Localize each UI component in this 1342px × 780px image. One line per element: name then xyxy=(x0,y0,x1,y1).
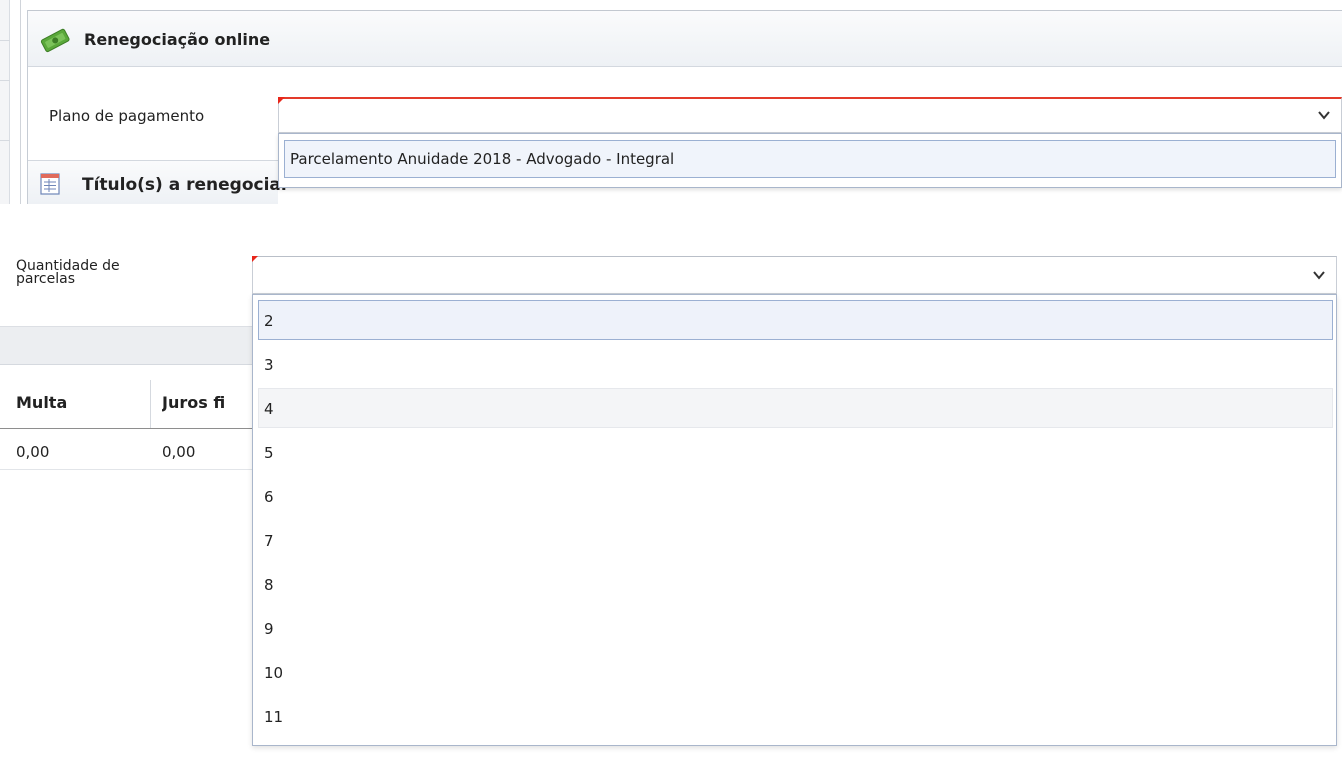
dropdown-option[interactable]: 6 xyxy=(258,476,1333,516)
table-row-border xyxy=(0,469,252,470)
label-line: parcelas xyxy=(16,271,75,287)
dropdown-option[interactable]: 5 xyxy=(258,432,1333,472)
dropdown-option[interactable]: Parcelamento Anuidade 2018 - Advogado - … xyxy=(284,140,1336,178)
column-header-multa[interactable]: Multa xyxy=(16,393,67,412)
column-separator xyxy=(150,380,151,428)
quantidade-parcelas-dropdown: 2 3 4 5 6 7 8 9 10 11 xyxy=(252,294,1337,746)
dropdown-option[interactable]: 8 xyxy=(258,564,1333,604)
plano-pagamento-dropdown: Parcelamento Anuidade 2018 - Advogado - … xyxy=(278,133,1342,188)
table-header-border xyxy=(0,428,252,429)
renegociacao-title: Renegociação online xyxy=(84,30,271,49)
required-marker xyxy=(252,256,258,262)
dropdown-option[interactable]: 3 xyxy=(258,344,1333,384)
panel-outer-border xyxy=(20,0,21,204)
money-icon xyxy=(40,28,70,53)
dropdown-option-hover[interactable]: 4 xyxy=(258,388,1333,428)
plano-pagamento-label: Plano de pagamento xyxy=(49,107,205,125)
dropdown-option[interactable]: 9 xyxy=(258,608,1333,648)
dropdown-option[interactable]: 11 xyxy=(258,696,1333,736)
table-toolbar xyxy=(0,326,252,365)
table-cell: 0,00 xyxy=(16,443,50,461)
quantidade-parcelas-select[interactable] xyxy=(252,256,1337,294)
dropdown-option-selected[interactable]: 2 xyxy=(258,300,1333,340)
chevron-down-icon[interactable] xyxy=(1317,108,1331,122)
renegociacao-panel-screenshot: Renegociação online Plano de pagamento T… xyxy=(0,0,1342,204)
quantidade-parcelas-label: Quantidade de parcelas xyxy=(16,259,120,287)
titulos-title: Título(s) a renegociar xyxy=(82,175,290,195)
plano-pagamento-select[interactable] xyxy=(278,97,1342,133)
table-cell: 0,00 xyxy=(162,443,196,461)
spreadsheet-icon xyxy=(40,173,60,195)
dropdown-option[interactable]: 7 xyxy=(258,520,1333,560)
column-header-juros[interactable]: Juros fi xyxy=(162,393,252,412)
chevron-down-icon[interactable] xyxy=(1312,268,1326,282)
renegociacao-header: Renegociação online xyxy=(28,11,1342,67)
left-scroll-strip xyxy=(0,0,10,204)
required-marker xyxy=(278,97,285,104)
dropdown-option[interactable]: 10 xyxy=(258,652,1333,692)
